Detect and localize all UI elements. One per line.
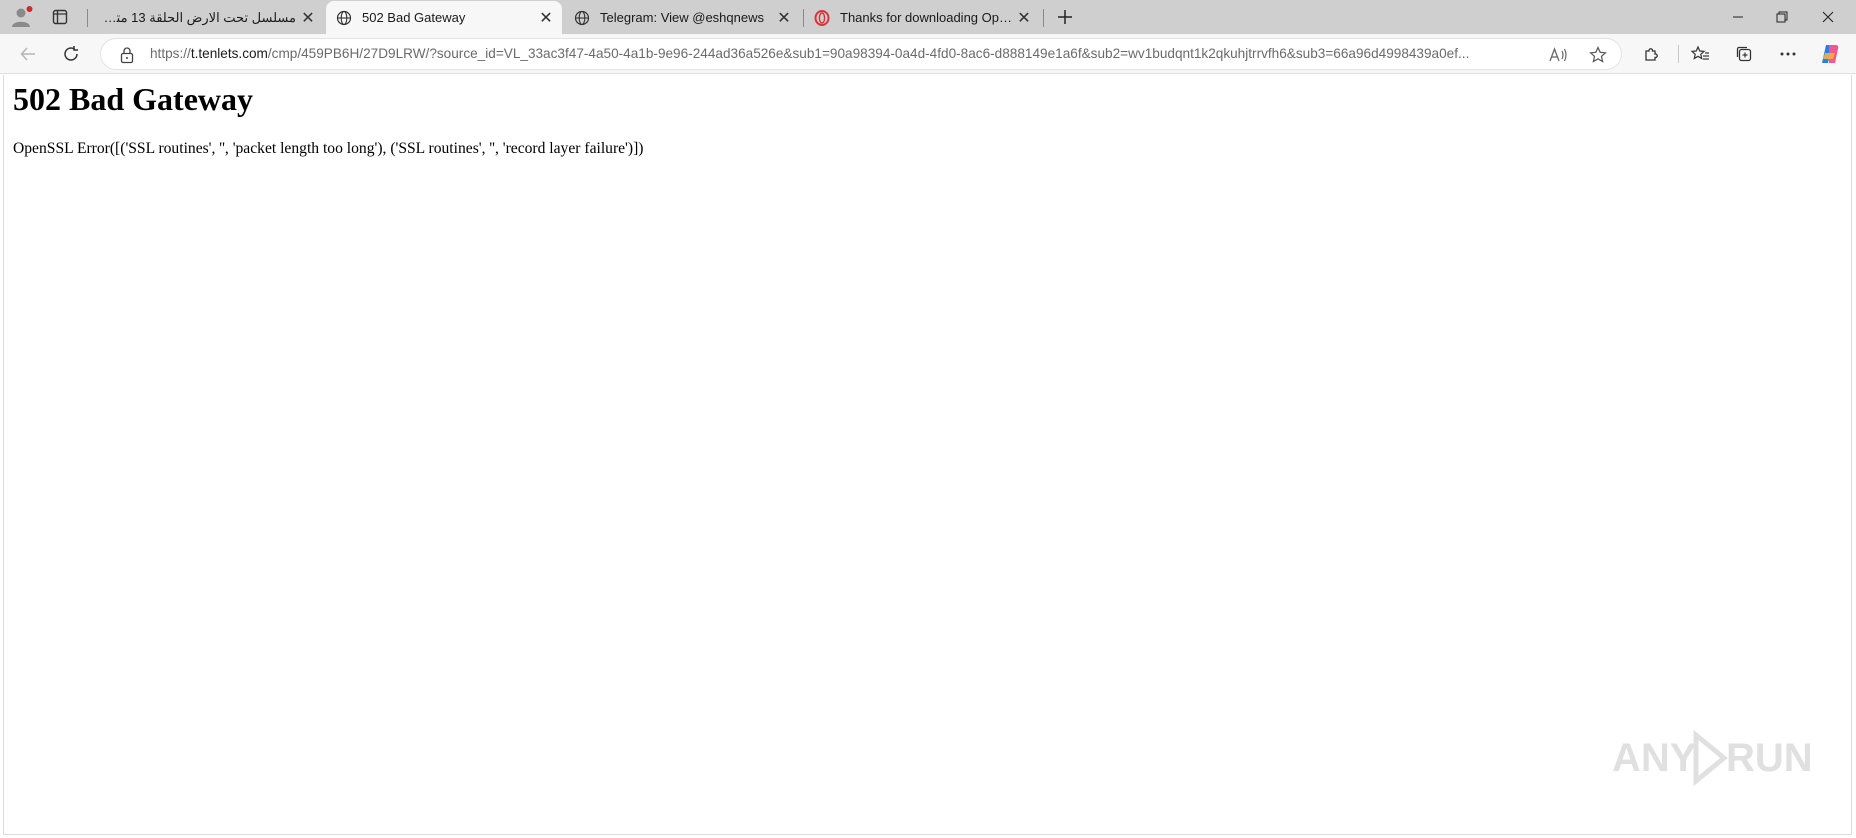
read-aloud-icon[interactable] — [1546, 44, 1570, 66]
restore-icon[interactable] — [1760, 0, 1804, 34]
new-tab-icon[interactable] — [1052, 5, 1078, 29]
error-message: OpenSSL Error([('SSL routines', '', 'pac… — [13, 140, 644, 157]
refresh-icon[interactable] — [55, 39, 87, 69]
globe-icon — [574, 10, 590, 26]
tab-bad-gateway[interactable]: 502 Bad Gateway ✕ — [326, 1, 562, 34]
favorites-icon[interactable] — [1684, 39, 1716, 69]
back-arrow-icon[interactable] — [12, 39, 44, 69]
close-icon[interactable]: ✕ — [772, 6, 796, 30]
page-viewport: 502 Bad Gateway OpenSSL Error([('SSL rou… — [3, 75, 1852, 835]
tab-title: مسلسل تحت الارض الحلقة 13 مترجمة — [92, 9, 296, 25]
url-prefix: https:// — [150, 46, 191, 61]
url-path: /cmp/459PB6H/27D9LRW/?source_id=VL_33ac3… — [267, 46, 1470, 61]
more-menu-icon[interactable] — [1772, 39, 1804, 69]
tab-separator — [1043, 9, 1044, 27]
tab-title: Telegram: View @eshqnews — [600, 10, 764, 25]
toolbar-divider — [1678, 45, 1679, 63]
tab-actions-icon[interactable] — [47, 5, 73, 29]
profile-avatar-icon[interactable] — [9, 5, 35, 29]
address-bar[interactable]: https://t.tenlets.com/cmp/459PB6H/27D9LR… — [100, 38, 1622, 70]
anyrun-watermark: ANY RUN — [1612, 727, 1813, 789]
svg-text:RUN: RUN — [1726, 736, 1812, 780]
tab-separator — [87, 9, 88, 27]
close-window-icon[interactable] — [1806, 0, 1850, 34]
tab-opera[interactable]: Thanks for downloading Opera ✕ — [804, 1, 1040, 34]
minimize-icon[interactable] — [1716, 0, 1760, 34]
tab-telegram[interactable]: Telegram: View @eshqnews ✕ — [564, 1, 800, 34]
copilot-icon[interactable] — [1814, 39, 1846, 69]
tab-title: Thanks for downloading Opera — [840, 10, 1012, 25]
favorite-star-icon[interactable] — [1586, 44, 1610, 66]
globe-icon — [336, 10, 352, 26]
svg-text:ANY: ANY — [1612, 736, 1697, 780]
close-icon[interactable]: ✕ — [534, 6, 558, 30]
close-icon[interactable]: ✕ — [296, 6, 320, 30]
tab-arabic-series[interactable]: مسلسل تحت الارض الحلقة 13 مترجمة ✕ — [92, 1, 324, 34]
lock-icon[interactable] — [119, 46, 135, 64]
url-host: t.tenlets.com — [190, 46, 268, 61]
tab-title: 502 Bad Gateway — [362, 10, 466, 25]
extensions-icon[interactable] — [1636, 39, 1668, 69]
collections-icon[interactable] — [1728, 39, 1760, 69]
browser-toolbar: https://t.tenlets.com/cmp/459PB6H/27D9LR… — [0, 34, 1856, 74]
opera-icon — [814, 9, 830, 26]
page-heading: 502 Bad Gateway — [13, 81, 253, 117]
close-icon[interactable]: ✕ — [1012, 6, 1036, 30]
url-text[interactable]: https://t.tenlets.com/cmp/459PB6H/27D9LR… — [150, 46, 1620, 61]
tab-strip: مسلسل تحت الارض الحلقة 13 مترجمة ✕ 502 B… — [0, 0, 1856, 34]
